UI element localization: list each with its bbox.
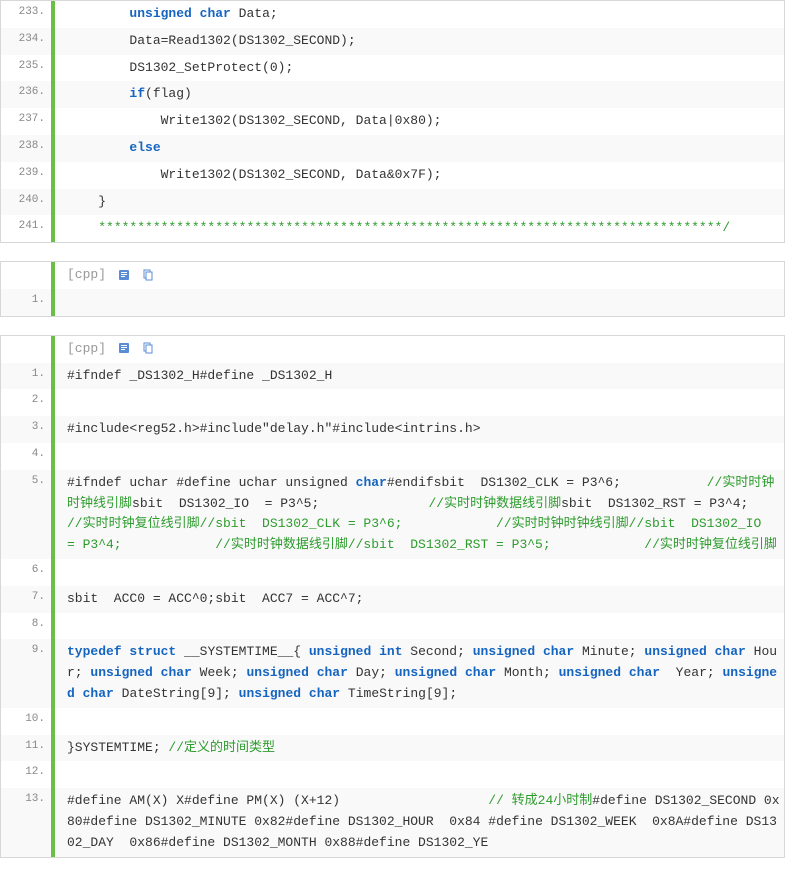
code-row: 236. if(flag)	[1, 81, 784, 108]
block-header-row: [cpp]	[1, 262, 784, 289]
code-block: [cpp] 1.	[0, 261, 785, 317]
code-content[interactable]: #define AM(X) X#define PM(X) (X+12) // 转…	[55, 788, 784, 856]
code-content[interactable]	[55, 613, 784, 640]
code-row: 233. unsigned char Data;	[1, 1, 784, 28]
code-row: 237. Write1302(DS1302_SECOND, Data|0x80)…	[1, 108, 784, 135]
code-row: 2.	[1, 389, 784, 416]
block-header-row: [cpp]	[1, 336, 784, 363]
code-row: 13.#define AM(X) X#define PM(X) (X+12) /…	[1, 788, 784, 856]
code-row: 4.	[1, 443, 784, 470]
code-row: 1.#ifndef _DS1302_H#define _DS1302_H	[1, 363, 784, 390]
code-content[interactable]: if(flag)	[55, 81, 784, 108]
code-row: 5.#ifndef uchar #define uchar unsigned c…	[1, 470, 784, 559]
code-row: 234. Data=Read1302(DS1302_SECOND);	[1, 28, 784, 55]
code-content[interactable]: #ifndef _DS1302_H#define _DS1302_H	[55, 363, 784, 390]
code-row: 9.typedef struct __SYSTEMTIME__{ unsigne…	[1, 639, 784, 707]
code-block: 233. unsigned char Data; 234. Data=Read1…	[0, 0, 785, 243]
code-content[interactable]: #ifndef uchar #define uchar unsigned cha…	[55, 470, 784, 559]
view-plain-icon[interactable]	[118, 342, 130, 354]
copy-icon[interactable]	[142, 269, 154, 281]
code-row: 1.	[1, 289, 784, 316]
block-header-label: [cpp]	[67, 341, 106, 356]
code-content[interactable]	[55, 708, 784, 735]
block-header: [cpp]	[55, 262, 784, 289]
code-content[interactable]: }	[55, 189, 784, 216]
copy-icon[interactable]	[142, 342, 154, 354]
line-number: 239.	[1, 162, 55, 189]
view-plain-icon[interactable]	[118, 269, 130, 281]
line-number: 241.	[1, 215, 55, 242]
line-number: 10.	[1, 708, 55, 735]
line-number: 3.	[1, 416, 55, 443]
code-content[interactable]	[55, 389, 784, 416]
line-number: 233.	[1, 1, 55, 28]
code-row: 235. DS1302_SetProtect(0);	[1, 55, 784, 82]
code-content[interactable]: }SYSTEMTIME; //定义的时间类型	[55, 735, 784, 762]
line-number: 12.	[1, 761, 55, 788]
code-row: 12.	[1, 761, 784, 788]
line-number: 238.	[1, 135, 55, 162]
code-content[interactable]: else	[55, 135, 784, 162]
code-content[interactable]: unsigned char Data;	[55, 1, 784, 28]
code-content[interactable]: #include<reg52.h>#include"delay.h"#inclu…	[55, 416, 784, 443]
line-number: 2.	[1, 389, 55, 416]
line-number: 240.	[1, 189, 55, 216]
code-content[interactable]: Data=Read1302(DS1302_SECOND);	[55, 28, 784, 55]
code-row: 6.	[1, 559, 784, 586]
code-content[interactable]: sbit ACC0 = ACC^0;sbit ACC7 = ACC^7;	[55, 586, 784, 613]
line-number: 9.	[1, 639, 55, 707]
code-content[interactable]: typedef struct __SYSTEMTIME__{ unsigned …	[55, 639, 784, 707]
line-number: 6.	[1, 559, 55, 586]
code-row: 10.	[1, 708, 784, 735]
code-content[interactable]	[55, 443, 784, 470]
code-row: 3.#include<reg52.h>#include"delay.h"#inc…	[1, 416, 784, 443]
line-number: 4.	[1, 443, 55, 470]
code-block: [cpp] 1.#ifndef _DS1302_H#define _DS1302…	[0, 335, 785, 858]
line-number: 237.	[1, 108, 55, 135]
code-content[interactable]: DS1302_SetProtect(0);	[55, 55, 784, 82]
line-number: 5.	[1, 470, 55, 559]
line-number: 7.	[1, 586, 55, 613]
code-content[interactable]: Write1302(DS1302_SECOND, Data&0x7F);	[55, 162, 784, 189]
code-row: 238. else	[1, 135, 784, 162]
line-number: 1.	[1, 363, 55, 390]
line-number: 8.	[1, 613, 55, 640]
code-row: 240. }	[1, 189, 784, 216]
code-content[interactable]	[55, 559, 784, 586]
code-content[interactable]: Write1302(DS1302_SECOND, Data|0x80);	[55, 108, 784, 135]
code-content[interactable]	[55, 761, 784, 788]
block-header-label: [cpp]	[67, 267, 106, 282]
line-number: 234.	[1, 28, 55, 55]
line-number: 1.	[1, 289, 55, 316]
code-row: 239. Write1302(DS1302_SECOND, Data&0x7F)…	[1, 162, 784, 189]
code-row: 241. ***********************************…	[1, 215, 784, 242]
line-number: 13.	[1, 788, 55, 856]
code-content[interactable]	[55, 289, 784, 316]
line-number	[1, 262, 55, 289]
line-number: 236.	[1, 81, 55, 108]
line-number: 11.	[1, 735, 55, 762]
code-row: 11.}SYSTEMTIME; //定义的时间类型	[1, 735, 784, 762]
code-content[interactable]: ****************************************…	[55, 215, 784, 242]
line-number	[1, 336, 55, 363]
block-header: [cpp]	[55, 336, 784, 363]
code-row: 8.	[1, 613, 784, 640]
code-row: 7.sbit ACC0 = ACC^0;sbit ACC7 = ACC^7;	[1, 586, 784, 613]
line-number: 235.	[1, 55, 55, 82]
